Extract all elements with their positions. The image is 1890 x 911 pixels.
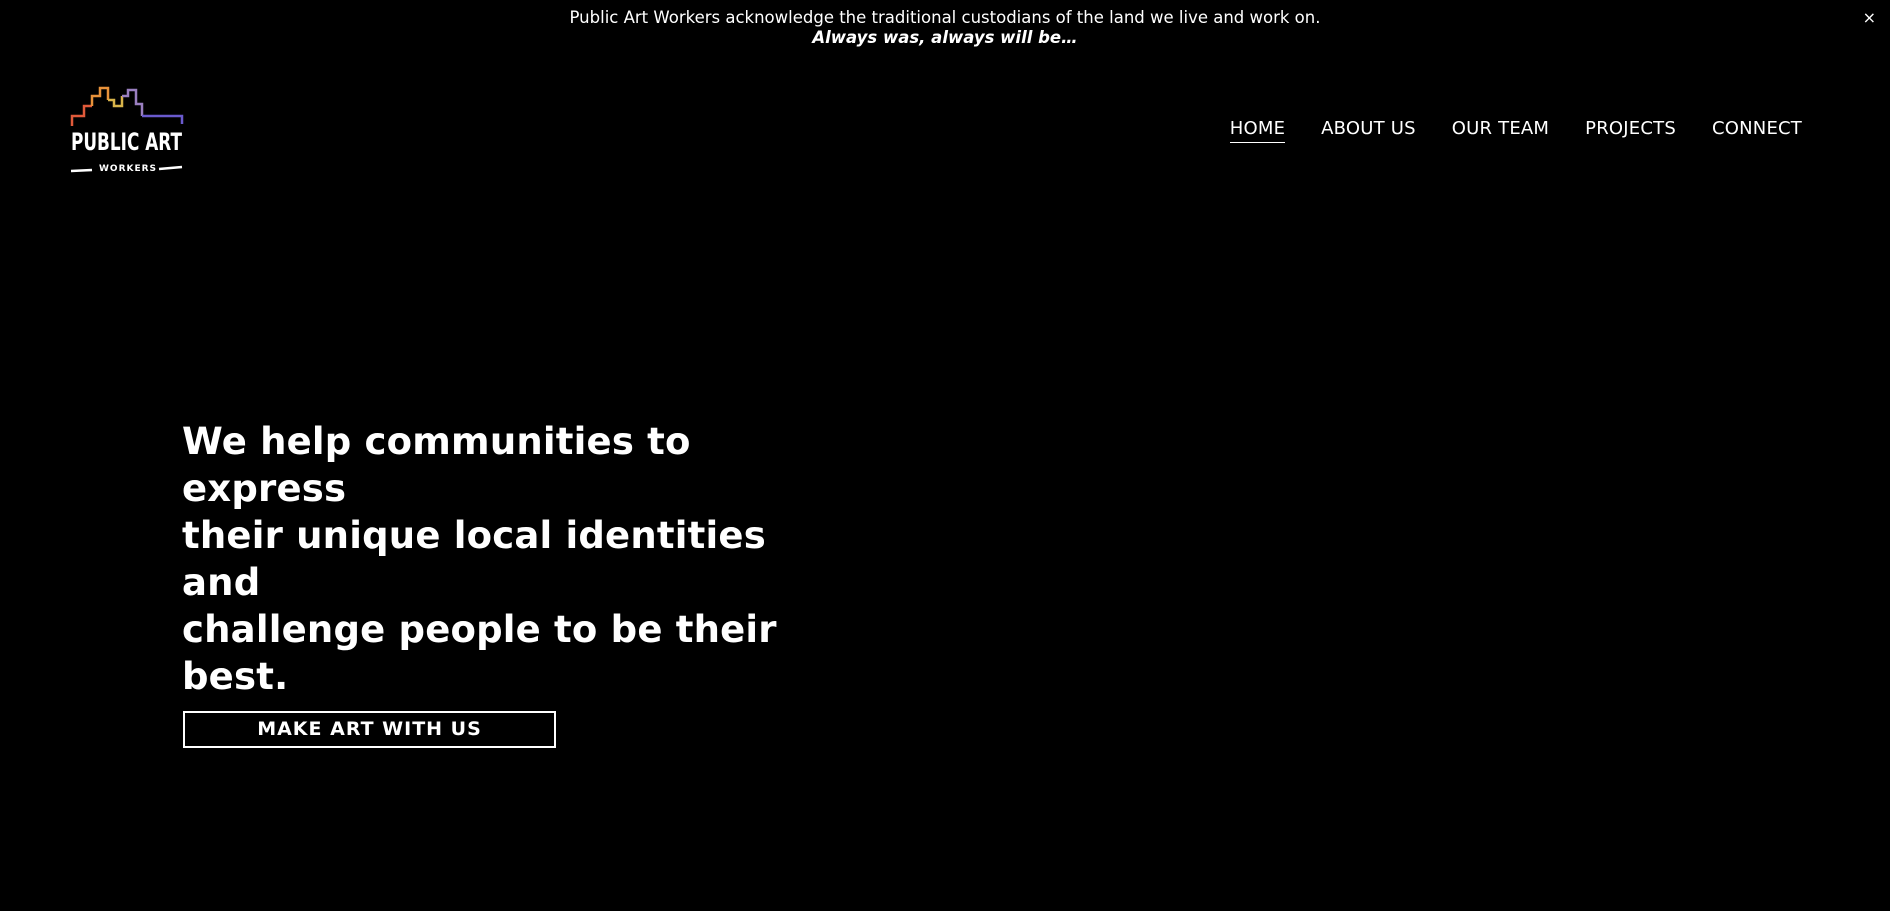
acknowledgement-tagline: Always was, always will be… [812,28,1078,47]
nav-connect[interactable]: CONNECT [1712,116,1802,143]
nav-about-us[interactable]: ABOUT US [1321,116,1416,143]
acknowledgement-text: Public Art Workers acknowledge the tradi… [569,8,1321,27]
nav-our-team[interactable]: OUR TEAM [1452,116,1549,143]
make-art-with-us-button[interactable]: MAKE ART WITH US [183,711,556,748]
hero-headline-line: We help communities to express [182,420,691,510]
svg-text:PUBLIC ART: PUBLIC ART [71,128,182,156]
hero-headline: We help communities to express their uni… [182,418,822,700]
nav-home[interactable]: HOME [1229,116,1286,143]
public-art-workers-logo[interactable]: PUBLIC ART WORKERS [70,86,184,176]
acknowledgement-banner: Public Art Workers acknowledge the tradi… [0,8,1890,48]
hero-headline-line: challenge people to be their best. [182,608,777,698]
hero-headline-line: their unique local identities and [182,514,766,604]
main-navigation: HOME ABOUT US OUR TEAM PROJECTS CONNECT [1229,116,1802,143]
page: Public Art Workers acknowledge the tradi… [0,0,1890,911]
nav-projects[interactable]: PROJECTS [1585,116,1676,143]
close-banner-button[interactable]: × [1863,8,1876,28]
svg-text:WORKERS: WORKERS [99,164,157,174]
logo-graphic: PUBLIC ART WORKERS [70,86,184,174]
